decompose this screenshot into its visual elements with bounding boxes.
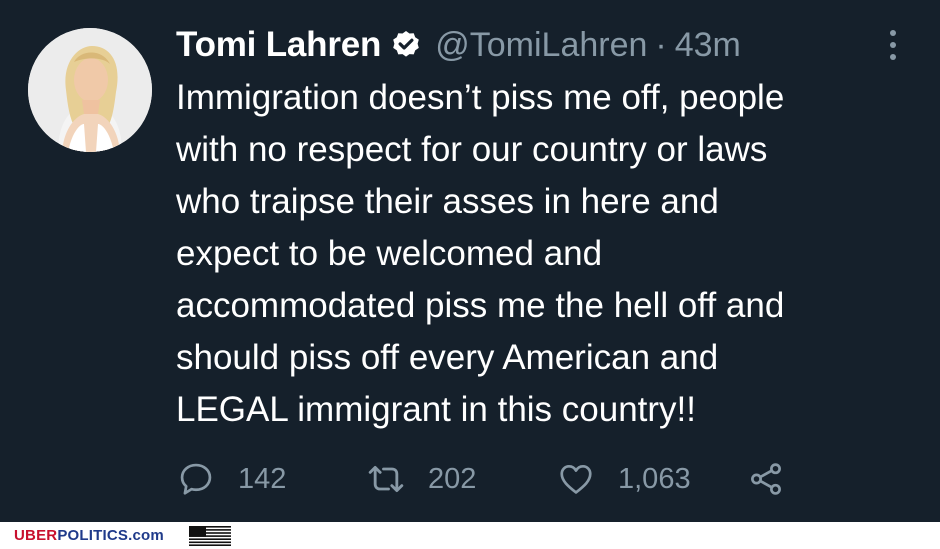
brand-logo[interactable]: UBERPOLITICS.com [14,527,164,544]
retweet-button[interactable]: 202 [366,456,476,502]
retweet-count: 202 [428,462,477,495]
timestamp[interactable]: 43m [675,26,741,65]
watermark-footer: UBERPOLITICS.com [0,522,940,549]
retweet-icon [366,459,406,499]
like-count: 1,063 [618,462,691,495]
share-button[interactable] [746,456,786,502]
tweet-text-line: who traipse their asses in here and [176,182,719,221]
reply-button[interactable]: 142 [176,456,286,502]
heart-icon [556,459,596,499]
tweet-header: Tomi Lahren @TomiLahren · 43m [176,22,741,68]
us-flag-icon [189,526,231,546]
profile-photo [28,28,152,152]
brand-part2: POLITICS.com [57,527,164,544]
user-handle[interactable]: @TomiLahren [435,26,647,65]
tweet-text-line: with no respect for our country or laws [176,130,768,169]
avatar[interactable] [28,28,152,152]
tweet-text-line: should piss off every American and [176,338,719,377]
tweet-text-line: expect to be welcomed and [176,234,603,273]
brand-part1: UBER [14,527,58,544]
tweet-text-line: LEGAL immigrant in this country!! [176,390,697,429]
verified-badge-icon [389,28,423,62]
reply-bubble-icon [176,459,216,499]
tweet-text-line: Immigration doesn’t piss me off, people [176,78,785,117]
like-button[interactable]: 1,063 [556,456,691,502]
tweet-actions: 142 202 1,063 [176,456,816,502]
reply-count: 142 [238,462,287,495]
header-separator: · [655,25,667,64]
share-icon [746,459,786,499]
display-name[interactable]: Tomi Lahren [176,25,381,65]
more-vertical-icon[interactable] [884,30,902,60]
tweet-card: Tomi Lahren @TomiLahren · 43m Immigratio… [0,0,940,522]
tweet-text: Immigration doesn’t piss me off, people … [176,72,916,436]
tweet-text-line: accommodated piss me the hell off and [176,286,785,325]
